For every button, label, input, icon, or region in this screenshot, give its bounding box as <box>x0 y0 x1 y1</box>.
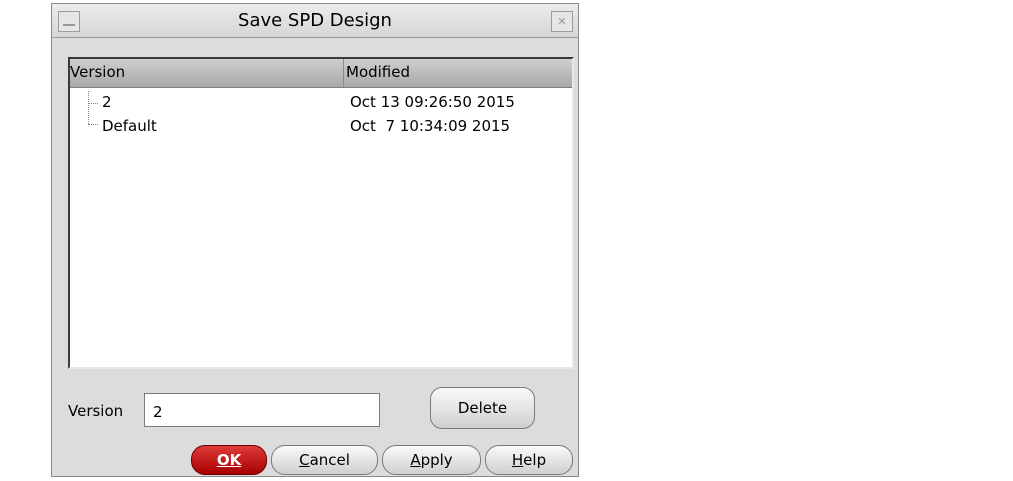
column-header-modified[interactable]: Modified <box>346 63 410 81</box>
close-button[interactable]: ✕ <box>551 11 573 32</box>
title-bar: Save SPD Design ✕ <box>52 4 578 38</box>
apply-button[interactable]: Apply <box>382 445 481 475</box>
modified-date: Oct 7 10:34:09 2015 <box>350 117 511 135</box>
close-icon: ✕ <box>557 15 567 28</box>
column-separator[interactable] <box>343 59 344 87</box>
version-input[interactable]: 2 <box>144 393 380 427</box>
modified-date: Oct 13 09:26:50 2015 <box>350 93 515 111</box>
version-name: Default <box>102 117 157 135</box>
help-label: Help <box>511 451 547 469</box>
ok-label: OK <box>216 451 242 469</box>
column-header-version[interactable]: Version <box>70 63 125 81</box>
save-spd-design-dialog: Save SPD Design ✕ Version Modified 2 Oct… <box>51 3 579 477</box>
apply-label: Apply <box>410 451 453 469</box>
delete-button[interactable]: Delete <box>430 387 535 429</box>
version-label: Version <box>68 402 124 420</box>
help-button[interactable]: Help <box>485 445 573 475</box>
dialog-title: Save SPD Design <box>238 10 392 31</box>
list-item[interactable]: 2 Oct 13 09:26:50 2015 <box>70 91 572 115</box>
ok-button[interactable]: OK <box>191 445 267 475</box>
list-item[interactable]: Default Oct 7 10:34:09 2015 <box>70 115 572 139</box>
cancel-button[interactable]: Cancel <box>271 445 378 475</box>
version-list[interactable]: Version Modified 2 Oct 13 09:26:50 2015 … <box>68 57 574 369</box>
version-name: 2 <box>102 93 112 111</box>
list-header: Version Modified <box>70 59 572 88</box>
cancel-label: Cancel <box>299 451 350 469</box>
